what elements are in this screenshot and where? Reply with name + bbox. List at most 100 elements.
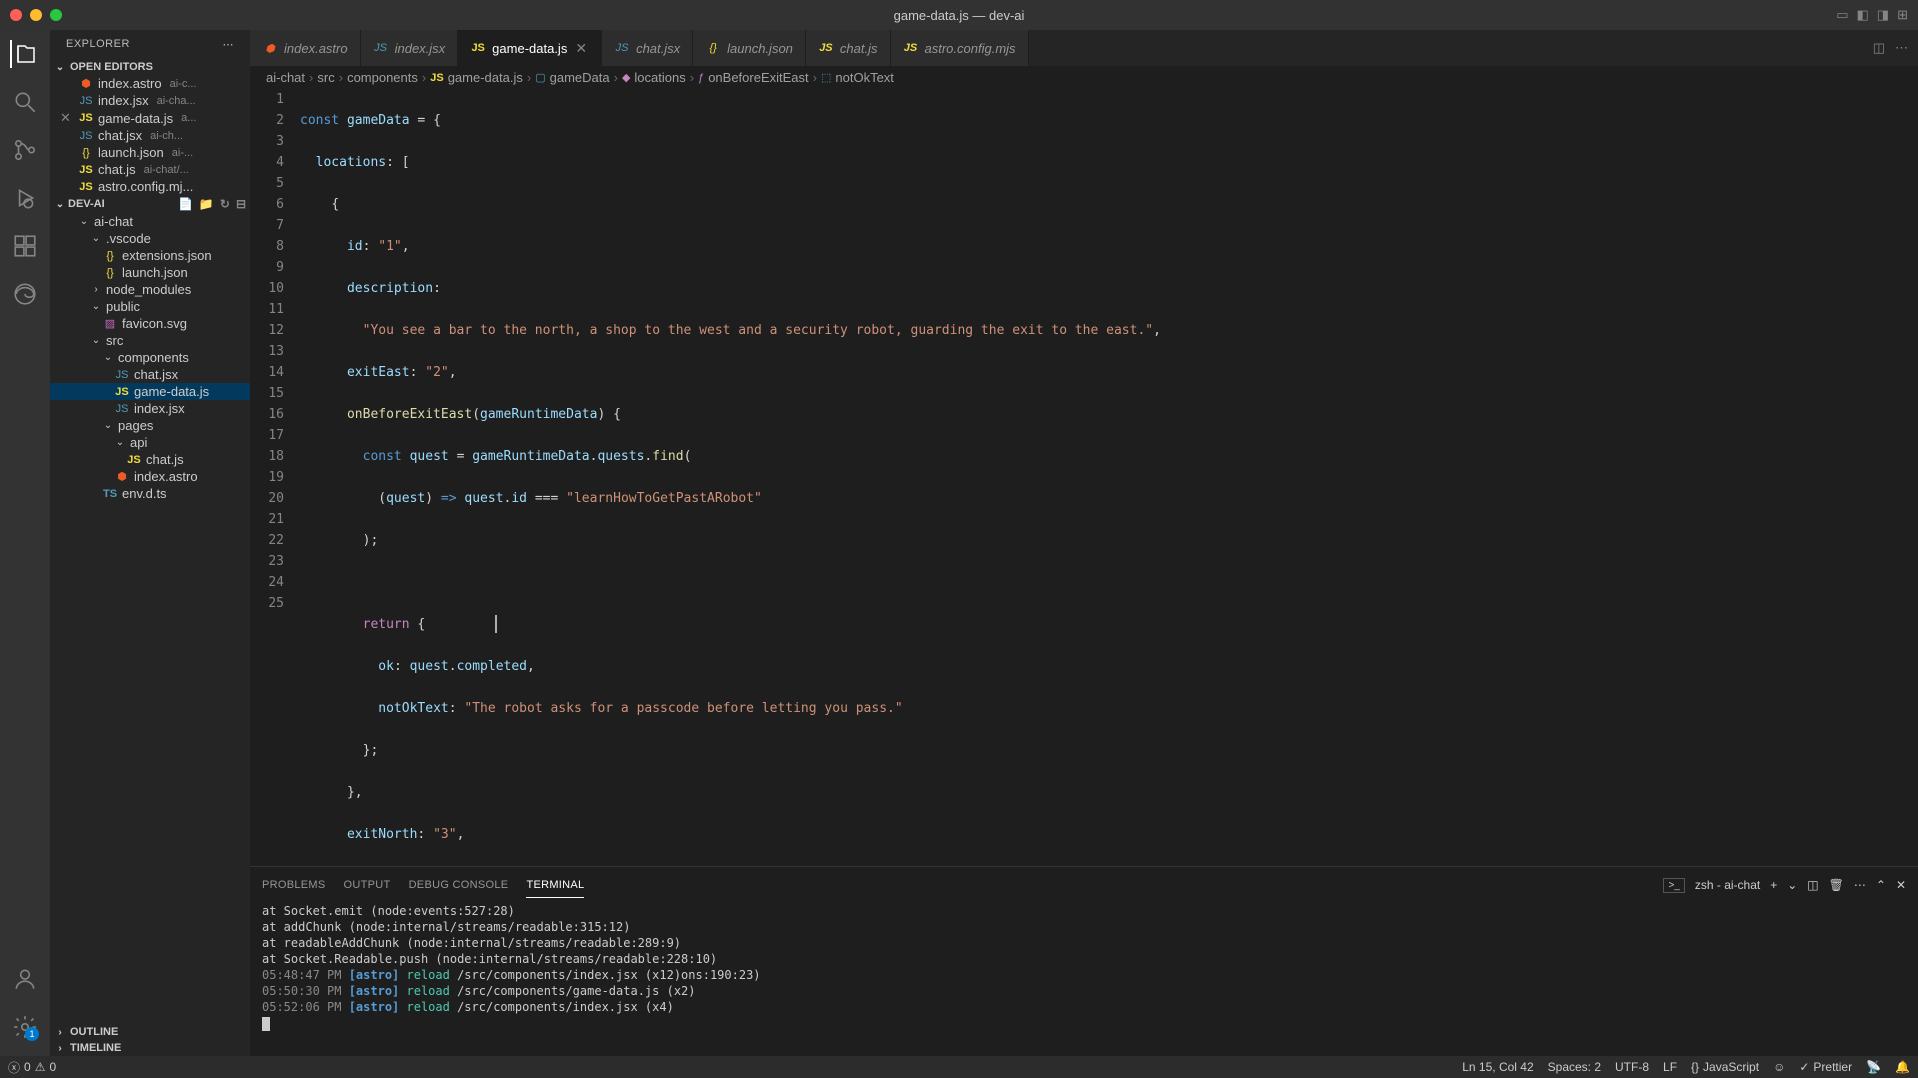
code-editor[interactable]: 1234567891011121314151617181920212223242… — [250, 89, 1918, 866]
open-editors-section[interactable]: ⌄ OPEN EDITORS — [50, 59, 250, 75]
new-file-icon[interactable]: 📄 — [178, 197, 193, 211]
explorer-icon[interactable] — [10, 40, 38, 68]
folder-item[interactable]: ›node_modules — [50, 281, 250, 298]
terminal-label[interactable]: zsh - ai-chat — [1695, 878, 1760, 892]
close-icon[interactable]: ✕ — [60, 110, 74, 126]
breadcrumbs[interactable]: ai-chat› src› components› JSgame-data.js… — [250, 66, 1918, 89]
sidebar: EXPLORER ⋯ ⌄ OPEN EDITORS ⬢index.astroai… — [50, 30, 250, 1056]
problems-tab[interactable]: PROBLEMS — [262, 873, 326, 897]
close-tab-icon[interactable]: ✕ — [573, 40, 589, 57]
open-editor-item[interactable]: JSastro.config.mj... — [50, 178, 250, 195]
status-feedback-icon[interactable]: ☺ — [1773, 1060, 1785, 1074]
toggle-secondary-icon[interactable]: ◨ — [1877, 7, 1889, 23]
chevron-down-icon: ⌄ — [54, 199, 66, 210]
editor-tab[interactable]: JSchat.jsx — [602, 30, 693, 66]
run-debug-icon[interactable] — [11, 184, 39, 212]
error-icon: ⓧ — [8, 1059, 20, 1076]
terminal-tab[interactable]: TERMINAL — [526, 873, 584, 898]
editor-tab[interactable]: JSchat.js — [806, 30, 891, 66]
split-editor-icon[interactable]: ◫ — [1873, 40, 1885, 56]
file-item[interactable]: ⬢index.astro — [50, 468, 250, 485]
window-controls — [10, 9, 62, 21]
status-cursor-position[interactable]: Ln 15, Col 42 — [1462, 1060, 1533, 1074]
edge-icon[interactable] — [11, 280, 39, 308]
outline-section[interactable]: › OUTLINE — [50, 1024, 250, 1040]
check-icon: ✓ — [1799, 1060, 1809, 1074]
close-panel-icon[interactable]: ✕ — [1896, 878, 1906, 892]
file-item[interactable]: JSchat.js — [50, 451, 250, 468]
panel-tabs: PROBLEMS OUTPUT DEBUG CONSOLE TERMINAL >… — [250, 867, 1918, 899]
code-content[interactable]: const gameData = { locations: [ { id: "1… — [300, 89, 1918, 866]
terminal-shell-icon[interactable]: >_ — [1663, 878, 1684, 893]
folder-item[interactable]: ⌄ai-chat — [50, 213, 250, 230]
chevron-down-icon: ⌄ — [54, 62, 66, 73]
file-item[interactable]: {}extensions.json — [50, 247, 250, 264]
warning-icon: ⚠ — [35, 1060, 46, 1074]
text-cursor — [495, 615, 497, 633]
more-terminal-icon[interactable]: ⋯ — [1854, 878, 1866, 892]
open-editor-item[interactable]: JSchat.jsxai-ch... — [50, 127, 250, 144]
file-item[interactable]: ▨favicon.svg — [50, 315, 250, 332]
folder-item[interactable]: ⌄api — [50, 434, 250, 451]
status-encoding[interactable]: UTF-8 — [1615, 1060, 1649, 1074]
status-bell-icon[interactable]: 🔔 — [1895, 1060, 1910, 1074]
file-item[interactable]: {}launch.json — [50, 264, 250, 281]
status-bar: ⓧ0 ⚠0 Ln 15, Col 42 Spaces: 2 UTF-8 LF {… — [0, 1056, 1918, 1078]
terminal-dropdown-icon[interactable]: ⌄ — [1787, 878, 1797, 892]
refresh-icon[interactable]: ↻ — [220, 197, 230, 211]
open-editor-item[interactable]: JSchat.jsai-chat/... — [50, 161, 250, 178]
window-title: game-data.js — dev-ai — [894, 8, 1025, 23]
editor-tab[interactable]: JSgame-data.js✕ — [458, 30, 602, 66]
editor-tab[interactable]: {}launch.json — [693, 30, 806, 66]
toggle-panel-icon[interactable]: ▭ — [1836, 7, 1848, 23]
sidebar-more-icon[interactable]: ⋯ — [223, 38, 235, 51]
status-language[interactable]: {}JavaScript — [1691, 1060, 1759, 1074]
editor-tab[interactable]: ⬢index.astro — [250, 30, 361, 66]
kill-terminal-icon[interactable]: 🗑 — [1829, 878, 1844, 892]
minimize-window-button[interactable] — [30, 9, 42, 21]
debug-console-tab[interactable]: DEBUG CONSOLE — [409, 873, 509, 897]
toggle-sidebar-icon[interactable]: ◧ — [1857, 7, 1869, 23]
file-item[interactable]: JSchat.jsx — [50, 366, 250, 383]
collapse-icon[interactable]: ⊟ — [236, 197, 246, 211]
workspace-section[interactable]: ⌄ DEV-AI 📄 📁 ↻ ⊟ — [50, 195, 250, 213]
activity-bar: 1 — [0, 30, 50, 1056]
open-editor-item[interactable]: JSindex.jsxai-cha... — [50, 92, 250, 109]
file-item[interactable]: JSgame-data.js — [50, 383, 250, 400]
folder-item[interactable]: ⌄src — [50, 332, 250, 349]
search-icon[interactable] — [11, 88, 39, 116]
editor-tab[interactable]: JSastro.config.mjs — [891, 30, 1029, 66]
extensions-icon[interactable] — [11, 232, 39, 260]
maximize-window-button[interactable] — [50, 9, 62, 21]
status-errors[interactable]: ⓧ0 ⚠0 — [8, 1059, 56, 1076]
folder-item[interactable]: ⌄.vscode — [50, 230, 250, 247]
settings-gear-icon[interactable]: 1 — [11, 1013, 39, 1041]
folder-item[interactable]: ⌄public — [50, 298, 250, 315]
customize-layout-icon[interactable]: ⊞ — [1897, 7, 1908, 23]
open-editor-item[interactable]: ⬢index.astroai-c... — [50, 75, 250, 92]
folder-item[interactable]: ⌄components — [50, 349, 250, 366]
open-editor-item[interactable]: ✕JSgame-data.jsa... — [50, 109, 250, 127]
status-eol[interactable]: LF — [1663, 1060, 1677, 1074]
file-item[interactable]: TSenv.d.ts — [50, 485, 250, 502]
new-folder-icon[interactable]: 📁 — [199, 197, 214, 211]
new-terminal-icon[interactable]: + — [1770, 878, 1777, 892]
sidebar-title: EXPLORER ⋯ — [50, 30, 250, 59]
timeline-section[interactable]: › TIMELINE — [50, 1040, 250, 1056]
editor-area: ⬢index.astro JSindex.jsx JSgame-data.js✕… — [250, 30, 1918, 1056]
status-prettier[interactable]: ✓Prettier — [1799, 1060, 1852, 1074]
file-item[interactable]: JSindex.jsx — [50, 400, 250, 417]
split-terminal-icon[interactable]: ◫ — [1807, 878, 1818, 892]
more-actions-icon[interactable]: ⋯ — [1895, 40, 1908, 56]
folder-item[interactable]: ⌄pages — [50, 417, 250, 434]
status-broadcast-icon[interactable]: 📡 — [1866, 1060, 1881, 1074]
close-window-button[interactable] — [10, 9, 22, 21]
terminal-output[interactable]: at Socket.emit (node:events:527:28) at a… — [250, 899, 1918, 1056]
output-tab[interactable]: OUTPUT — [344, 873, 391, 897]
status-indentation[interactable]: Spaces: 2 — [1548, 1060, 1601, 1074]
open-editor-item[interactable]: {}launch.jsonai-... — [50, 144, 250, 161]
accounts-icon[interactable] — [11, 965, 39, 993]
source-control-icon[interactable] — [11, 136, 39, 164]
editor-tab[interactable]: JSindex.jsx — [361, 30, 459, 66]
maximize-panel-icon[interactable]: ⌃ — [1876, 878, 1886, 892]
